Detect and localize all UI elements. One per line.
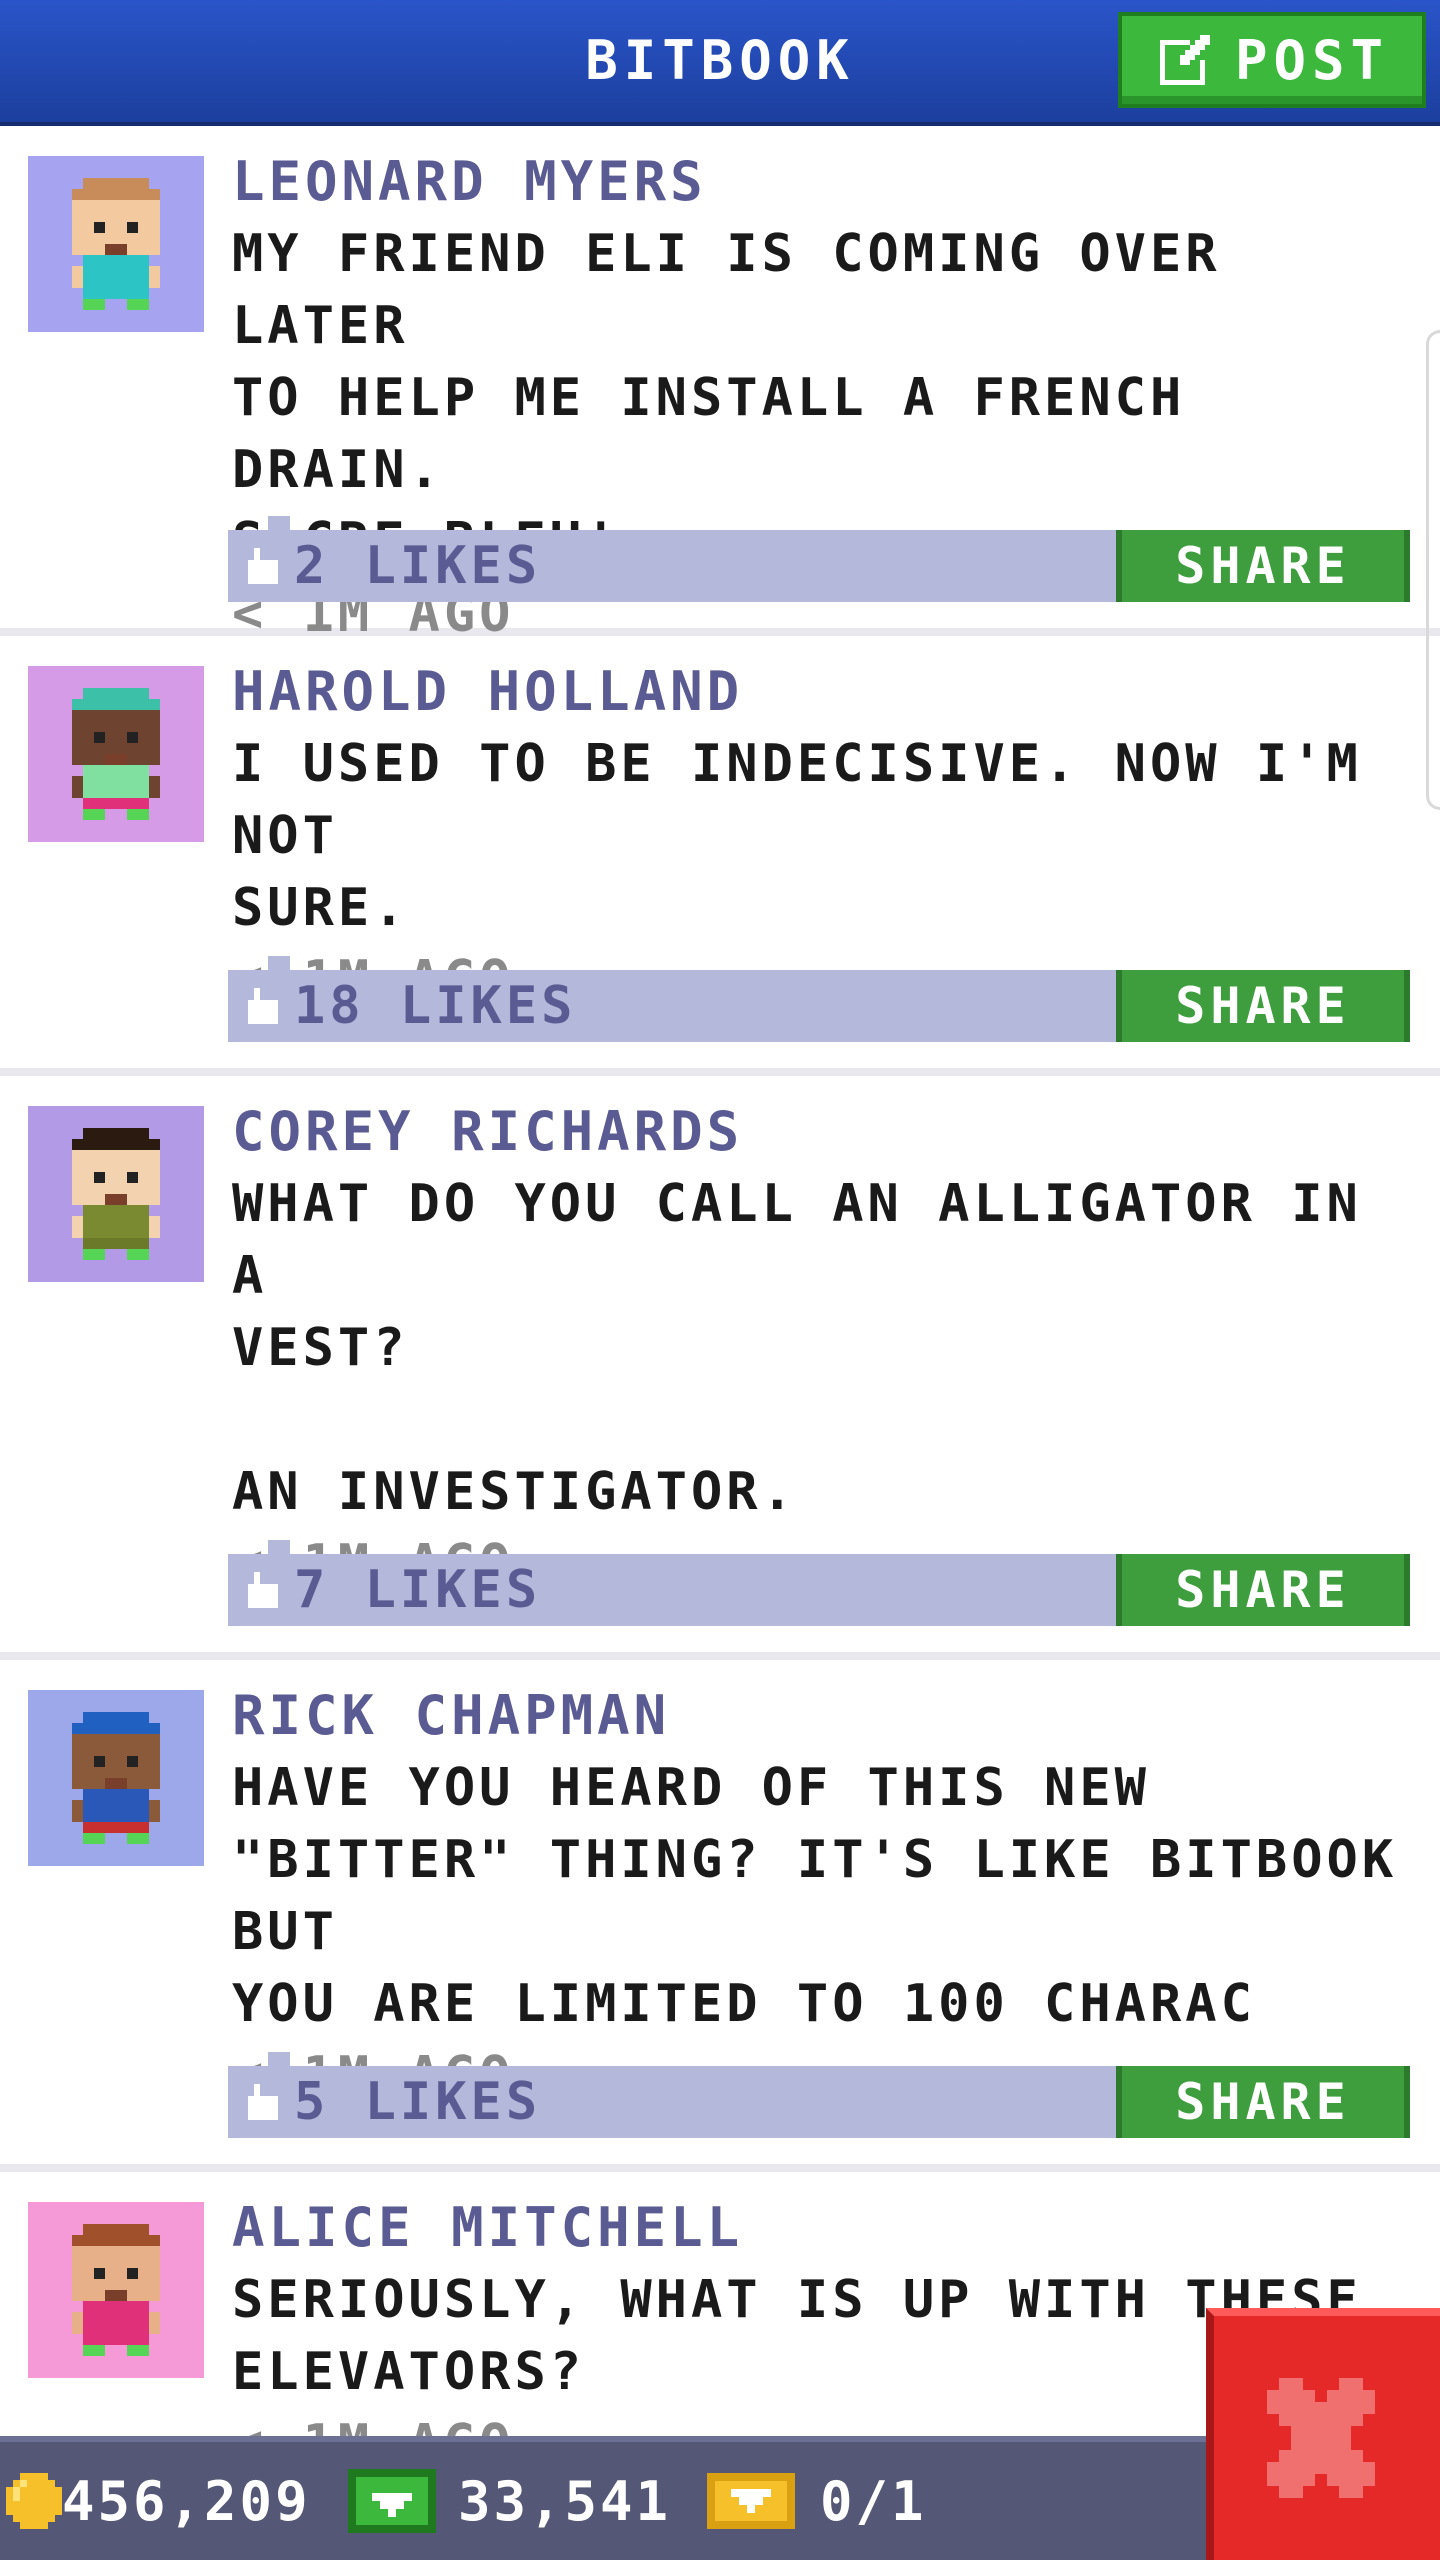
bux-stat: 33,541 bbox=[348, 2442, 671, 2560]
avatar bbox=[28, 156, 204, 332]
avatar bbox=[28, 666, 204, 842]
post-body: COREY RICHARDS WHAT DO YOU CALL AN ALLIG… bbox=[232, 1096, 1416, 1600]
avatar-figure bbox=[72, 2224, 160, 2356]
post-message: I USED TO BE INDECISIVE. NOW I'M NOT SUR… bbox=[232, 734, 1362, 938]
list-item: LEONARD MYERS MY FRIEND ELI IS COMING OV… bbox=[0, 126, 1440, 644]
ticket-icon bbox=[707, 2473, 795, 2529]
bux-value: 33,541 bbox=[458, 2469, 672, 2533]
coins-value: 456,209 bbox=[62, 2469, 311, 2533]
like-bar: 18 LIKES SHARE bbox=[228, 956, 1410, 1042]
like-count: 7 LIKES bbox=[294, 1560, 542, 1620]
share-button[interactable]: SHARE bbox=[1116, 1554, 1410, 1626]
avatar bbox=[28, 2202, 204, 2378]
avatar bbox=[28, 1106, 204, 1282]
like-button[interactable]: 5 LIKES bbox=[242, 2066, 541, 2138]
post-message: WHAT DO YOU CALL AN ALLIGATOR IN A VEST?… bbox=[232, 1174, 1362, 1522]
compose-icon bbox=[1159, 35, 1210, 85]
like-bar-notch bbox=[268, 956, 290, 970]
share-button[interactable]: SHARE bbox=[1116, 970, 1410, 1042]
post-author[interactable]: HAROLD HOLLAND bbox=[232, 656, 1416, 728]
coins-stat: 456,209 bbox=[6, 2442, 311, 2560]
post-button[interactable]: POST bbox=[1118, 12, 1426, 108]
like-bar-notch bbox=[268, 1540, 290, 1554]
coin-icon bbox=[6, 2473, 62, 2529]
thumbs-up-icon bbox=[248, 2084, 278, 2120]
like-bar: 2 LIKES SHARE bbox=[228, 516, 1410, 602]
post-author[interactable]: LEONARD MYERS bbox=[232, 146, 1416, 218]
avatar-figure bbox=[72, 1128, 160, 1260]
like-count: 18 LIKES bbox=[294, 976, 577, 1036]
like-bar-notch bbox=[268, 516, 290, 530]
close-button[interactable] bbox=[1206, 2308, 1440, 2560]
like-button[interactable]: 2 LIKES bbox=[242, 530, 541, 602]
post-author[interactable]: ALICE MITCHELL bbox=[232, 2192, 1416, 2264]
like-bar: 7 LIKES SHARE bbox=[228, 1540, 1410, 1626]
close-icon bbox=[1267, 2378, 1375, 2498]
thumbs-up-icon bbox=[248, 988, 278, 1024]
avatar-figure bbox=[72, 178, 160, 310]
tickets-stat: 0/1 bbox=[706, 2442, 927, 2560]
avatar-figure bbox=[72, 1712, 160, 1844]
thumbs-up-icon bbox=[248, 1572, 278, 1608]
scrollbar[interactable] bbox=[1426, 330, 1440, 810]
feed-list[interactable]: LEONARD MYERS MY FRIEND ELI IS COMING OV… bbox=[0, 126, 1440, 2560]
post-button-label: POST bbox=[1234, 28, 1390, 92]
top-bar: BITBOOK POST bbox=[0, 0, 1440, 126]
share-button[interactable]: SHARE bbox=[1116, 530, 1410, 602]
post-body: HAROLD HOLLAND I USED TO BE INDECISIVE. … bbox=[232, 656, 1416, 1016]
thumbs-up-icon bbox=[248, 548, 278, 584]
post-body: RICK CHAPMAN HAVE YOU HEARD OF THIS NEW … bbox=[232, 1680, 1416, 2112]
bitbook-screen: BITBOOK POST LEONARD MYERS MY FRIEND ELI… bbox=[0, 0, 1440, 2560]
tickets-value: 0/1 bbox=[820, 2469, 927, 2533]
like-count: 5 LIKES bbox=[294, 2072, 542, 2132]
post-message: HAVE YOU HEARD OF THIS NEW "BITTER" THIN… bbox=[232, 1758, 1398, 2034]
list-item: RICK CHAPMAN HAVE YOU HEARD OF THIS NEW … bbox=[0, 1660, 1440, 2172]
post-message: MY FRIEND ELI IS COMING OVER LATER TO HE… bbox=[232, 224, 1221, 572]
list-item: COREY RICHARDS WHAT DO YOU CALL AN ALLIG… bbox=[0, 1076, 1440, 1660]
post-author[interactable]: RICK CHAPMAN bbox=[232, 1680, 1416, 1752]
like-count: 2 LIKES bbox=[294, 536, 542, 596]
like-button[interactable]: 18 LIKES bbox=[242, 970, 576, 1042]
bux-icon bbox=[348, 2469, 436, 2533]
avatar bbox=[28, 1690, 204, 1866]
like-bar-notch bbox=[268, 2052, 290, 2066]
list-item: HAROLD HOLLAND I USED TO BE INDECISIVE. … bbox=[0, 636, 1440, 1076]
share-button[interactable]: SHARE bbox=[1116, 2066, 1410, 2138]
like-button[interactable]: 7 LIKES bbox=[242, 1554, 541, 1626]
post-author[interactable]: COREY RICHARDS bbox=[232, 1096, 1416, 1168]
avatar-figure bbox=[72, 688, 160, 820]
like-bar: 5 LIKES SHARE bbox=[228, 2052, 1410, 2138]
